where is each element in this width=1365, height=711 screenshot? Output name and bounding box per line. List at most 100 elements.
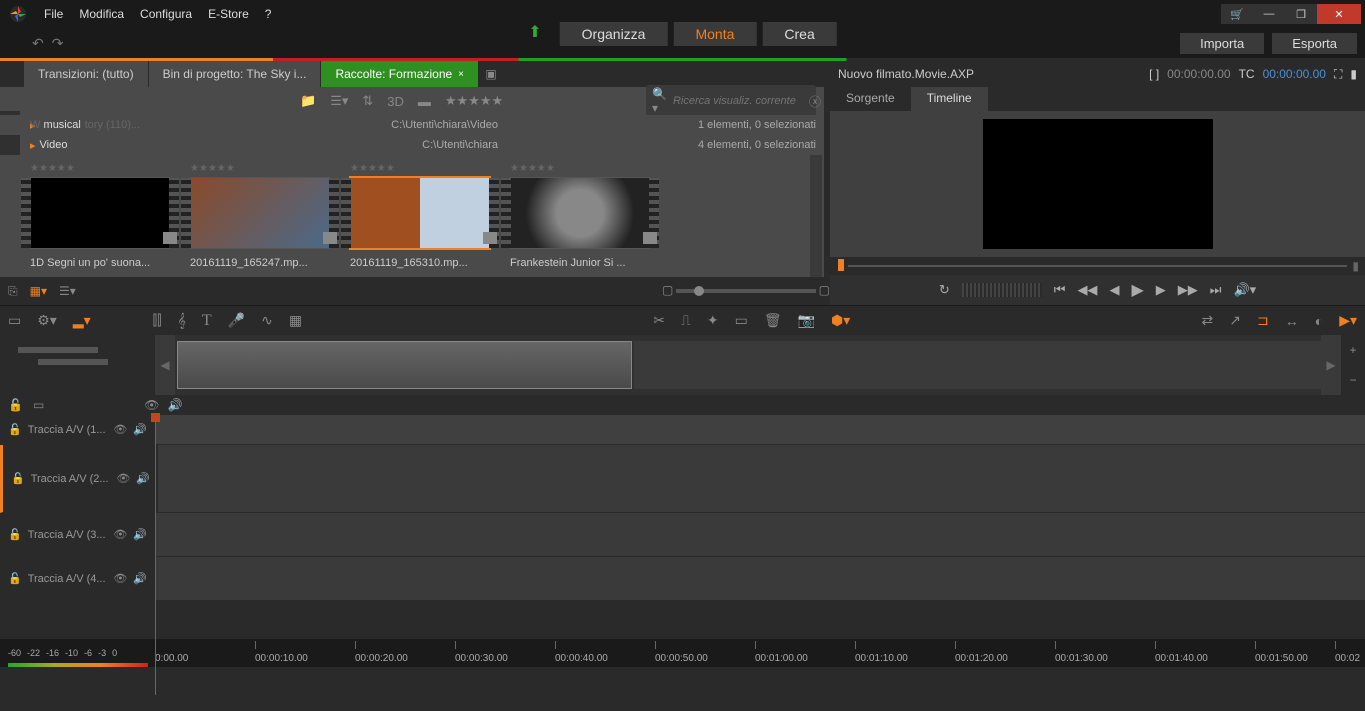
storyboard-prev-icon[interactable]: ◀ [155, 335, 175, 395]
menu-estore[interactable]: E-Store [208, 7, 249, 21]
trim-icon[interactable]: ⎍ [681, 312, 691, 329]
step-back-icon[interactable]: ◀◀ [1077, 282, 1097, 298]
list-view-icon[interactable]: ☰▾ [59, 284, 76, 298]
expand-arrow-icon[interactable]: ▸ [30, 139, 36, 152]
expand-icon[interactable]: ⛶ [1334, 67, 1342, 82]
storyboard-clip[interactable] [177, 341, 632, 389]
visibility-icon[interactable]: 👁 [113, 572, 127, 585]
music-icon[interactable]: 𝄞 [178, 312, 186, 329]
zoom-out-icon[interactable]: − [1341, 365, 1365, 395]
title-icon[interactable]: T [202, 312, 212, 330]
track-lane[interactable] [158, 445, 1365, 512]
visibility-icon[interactable]: 👁 [116, 472, 130, 485]
upload-icon[interactable]: ⬆ [528, 22, 541, 46]
link-icon[interactable]: ⇄ [1202, 312, 1214, 329]
track-lane[interactable] [155, 557, 1365, 600]
clipboard-icon[interactable]: ⎘ [8, 284, 18, 299]
tag-icon[interactable]: ▬ [418, 94, 431, 109]
tab-add-icon[interactable]: ▣ [479, 61, 503, 87]
mode-create[interactable]: Crea [762, 22, 836, 46]
effect-icon[interactable]: ✦ [707, 312, 719, 329]
track-header[interactable]: 🔓 Traccia A/V (4... 👁🔊 [0, 557, 155, 600]
grid-view-icon[interactable]: ▦▾ [30, 284, 47, 298]
folder-row-musical[interactable]: Watchlist Story (110)... ▸ musical C:\Ut… [0, 115, 824, 135]
tab-project-bin[interactable]: Bin di progetto: The Sky i... [149, 61, 322, 87]
tab-transitions[interactable]: Transizioni: (tutto) [24, 61, 149, 87]
send-icon[interactable]: ↗ [1229, 312, 1241, 329]
import-button[interactable]: Importa [1180, 33, 1264, 54]
time-ruler[interactable]: -60-22-16-10-6-30 0:00.00 00:00:10.00 00… [0, 639, 1365, 667]
folder-icon[interactable]: 📁 [300, 93, 316, 109]
snapshot-icon[interactable]: 📷 [798, 312, 815, 329]
help-icon[interactable]: ? [265, 7, 272, 21]
menu-config[interactable]: Configura [140, 7, 192, 21]
thumbnail-image[interactable] [510, 177, 650, 249]
mute-icon[interactable]: 🔊 [136, 472, 150, 485]
lock-all-icon[interactable]: 🔓 [8, 398, 23, 412]
close-button[interactable]: ✕ [1317, 4, 1361, 24]
menu-edit[interactable]: Modifica [79, 7, 124, 21]
track-header[interactable]: 🔓 Traccia A/V (2... 👁🔊 [3, 445, 158, 512]
goto-start-icon[interactable]: ⏮ [1054, 282, 1066, 298]
threed-icon[interactable]: 3D [387, 94, 404, 109]
timecode-in[interactable]: 00:00:00.00 [1167, 67, 1230, 81]
scrub-marker-icon[interactable] [838, 259, 844, 271]
magnet-icon[interactable]: ⊐ [1257, 312, 1269, 329]
search-clear-icon[interactable]: ⓧ [809, 93, 821, 110]
battery-icon[interactable]: ▮ [1350, 67, 1357, 81]
grid-icon[interactable]: ▦ [289, 312, 302, 329]
playhead[interactable] [155, 415, 156, 695]
lock-icon[interactable]: 🔓 [11, 472, 25, 485]
visibility-icon[interactable]: 👁 [113, 423, 127, 436]
track-lane[interactable] [155, 415, 1365, 444]
thumbnail-image[interactable] [190, 177, 330, 249]
visibility-all-icon[interactable]: 👁 [144, 398, 159, 412]
mute-icon[interactable]: 🔊 [133, 423, 147, 436]
maximize-button[interactable]: ❐ [1285, 4, 1317, 24]
monitor-all-icon[interactable]: ▭ [33, 398, 44, 412]
tab-source[interactable]: Sorgente [830, 87, 911, 111]
marker-icon[interactable]: ⬢▾ [831, 312, 850, 329]
export-button[interactable]: Esporta [1272, 33, 1357, 54]
zoom-in-icon[interactable]: + [1341, 335, 1365, 365]
tool-mode-icon[interactable]: ▂▾ [73, 312, 91, 329]
preview-scrubber[interactable]: ▮ [830, 257, 1365, 275]
menu-file[interactable]: File [44, 7, 63, 21]
thumbnail-zoom-slider[interactable]: ▢ ▢ [676, 289, 816, 293]
thumbnail-image[interactable] [350, 177, 490, 249]
wave-icon[interactable]: ∿ [261, 312, 273, 329]
mode-edit[interactable]: Monta [673, 22, 756, 46]
scrub-track[interactable] [848, 265, 1347, 267]
rating-stars-icon[interactable]: ★★★★★ [510, 163, 660, 177]
overwrite-icon[interactable]: ▶▾ [1339, 312, 1357, 329]
clipboard-icon[interactable]: ▭ [735, 312, 748, 329]
track-header[interactable]: 🔓 Traccia A/V (3... 👁🔊 [0, 513, 155, 556]
mute-icon[interactable]: 🔊 [133, 528, 147, 541]
rating-stars-icon[interactable]: ★★★★★ [30, 163, 180, 177]
storyboard-next-icon[interactable]: ▶ [1321, 335, 1341, 395]
razor-icon[interactable]: ✂ [653, 312, 665, 329]
mute-icon[interactable]: 🔊 [133, 572, 147, 585]
track-lane[interactable] [155, 513, 1365, 556]
redo-icon[interactable]: ↷ [52, 35, 64, 52]
play-icon[interactable]: ▶ [1131, 280, 1143, 300]
thumbnail-item[interactable]: ★★★★★ 1D Segni un po' suona... [30, 163, 180, 269]
list-view-icon[interactable]: ☰▾ [330, 93, 348, 109]
tab-collection[interactable]: Raccolte: Formazione× [321, 61, 479, 87]
rating-stars-icon[interactable]: ★★★★★ [190, 163, 340, 177]
timecode-current[interactable]: 00:00:00.00 [1263, 67, 1326, 81]
sort-icon[interactable]: ⇅ [362, 93, 373, 109]
preview-viewport[interactable] [830, 111, 1365, 257]
visibility-icon[interactable]: 👁 [113, 528, 127, 541]
jog-wheel[interactable] [962, 283, 1042, 297]
trash-icon[interactable]: 🗑 [764, 312, 782, 329]
search-input[interactable] [673, 95, 803, 107]
scrollbar-vertical[interactable] [810, 155, 822, 277]
minimize-button[interactable]: — [1253, 4, 1285, 24]
thumbnail-item[interactable]: ★★★★★ 20161119_165310.mp... [350, 163, 500, 269]
tool-select-icon[interactable]: ▭ [8, 312, 21, 329]
voiceover-icon[interactable]: 🎤 [228, 312, 245, 329]
lock-icon[interactable]: 🔓 [8, 423, 22, 436]
mixer-icon[interactable]: ⫿⫿ [153, 312, 162, 329]
tab-timeline[interactable]: Timeline [911, 87, 988, 111]
